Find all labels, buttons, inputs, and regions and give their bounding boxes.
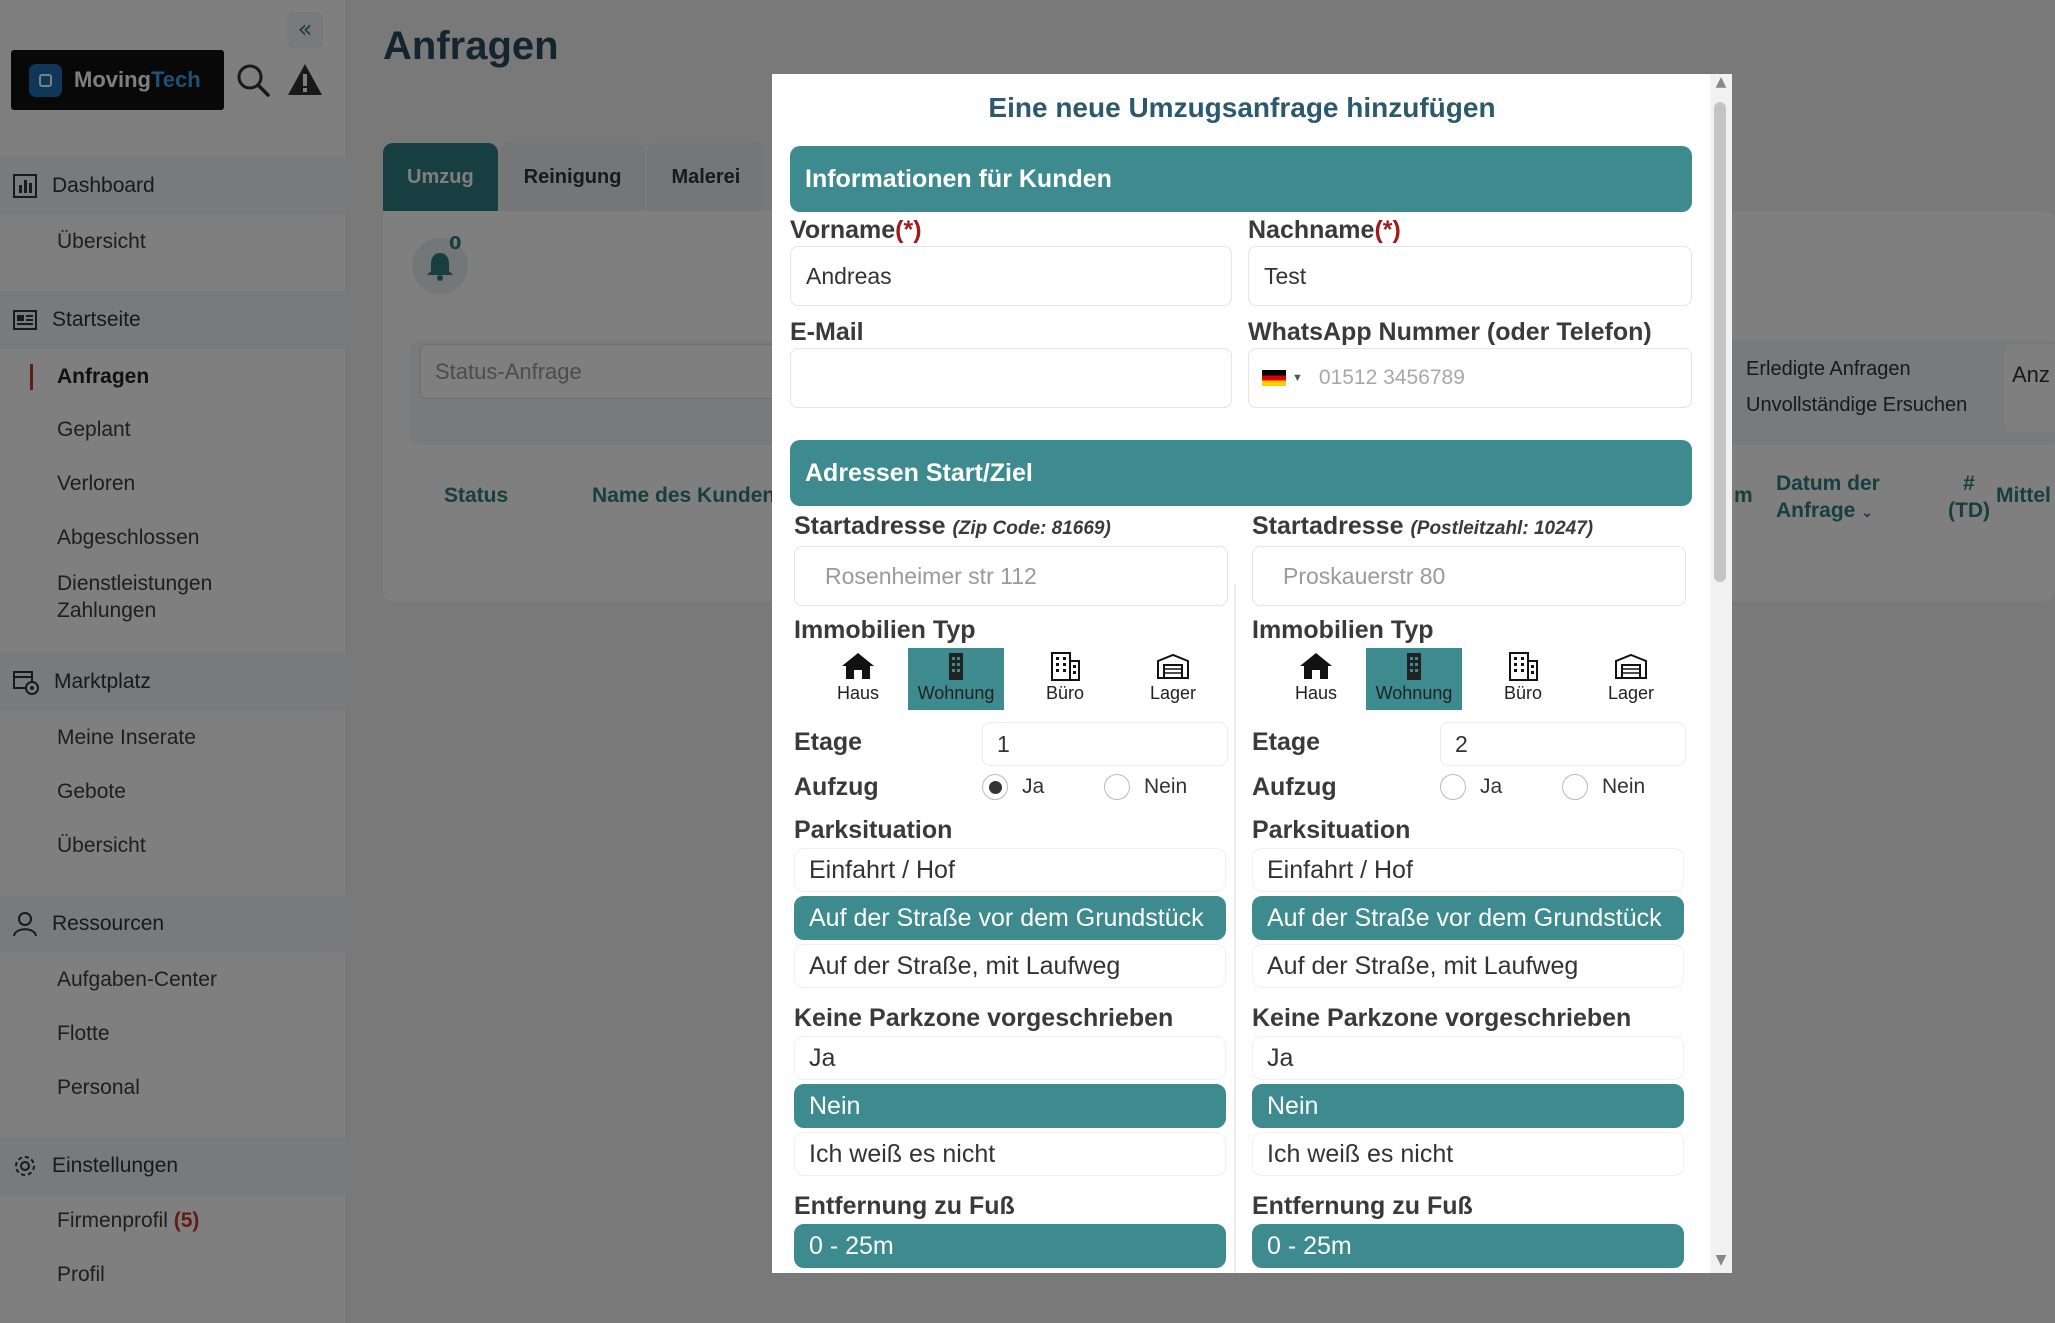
dest-type-buero[interactable]: Büro (1475, 648, 1571, 710)
dest-zone-option-nein[interactable]: Nein (1252, 1084, 1684, 1128)
dest-distance-label: Entfernung zu Fuß (1252, 1192, 1473, 1220)
start-aufzug-label: Aufzug (794, 773, 879, 801)
dest-park-option-strasse[interactable]: Auf der Straße vor dem Grundstück (1252, 896, 1684, 940)
dest-park-option-laufweg[interactable]: Auf der Straße, mit Laufweg (1252, 944, 1684, 988)
nachname-input[interactable]: Test (1248, 246, 1692, 306)
dest-etage-label: Etage (1252, 728, 1321, 756)
dest-park-label: Parksituation (1252, 816, 1411, 844)
house-icon (842, 653, 874, 679)
email-label: E-Mail (790, 318, 864, 346)
country-dropdown-icon[interactable]: ▼ (1292, 349, 1303, 407)
dest-distance-option[interactable]: 0 - 25m (1252, 1224, 1684, 1268)
start-type-haus[interactable]: Haus (810, 648, 906, 710)
type-label: Lager (1149, 683, 1197, 703)
dest-type-haus[interactable]: Haus (1268, 648, 1364, 710)
start-park-option-einfahrt[interactable]: Einfahrt / Hof (794, 848, 1226, 892)
section-header-address: Adressen Start/Ziel (790, 440, 1692, 506)
dest-zone-label: Keine Parkzone vorgeschrieben (1252, 1004, 1632, 1032)
start-aufzug-ja[interactable]: Ja (982, 774, 1044, 800)
section-header-customer: Informationen für Kunden (790, 146, 1692, 212)
type-label: Wohnung (1375, 683, 1453, 703)
type-label: Haus (836, 683, 880, 703)
vorname-label: Vorname(*) (790, 216, 922, 245)
start-park-option-strasse[interactable]: Auf der Straße vor dem Grundstück (794, 896, 1226, 940)
nachname-label-text: Nachname (1248, 216, 1375, 244)
type-label: Haus (1294, 683, 1338, 703)
type-label: Lager (1607, 683, 1655, 703)
dest-address-label: Startadresse (Postleitzahl: 10247) (1252, 512, 1593, 541)
radio-button[interactable] (1440, 774, 1466, 800)
warehouse-icon (1157, 653, 1189, 679)
start-type-lager[interactable]: Lager (1125, 648, 1221, 710)
start-distance-option[interactable]: 0 - 25m (794, 1224, 1226, 1268)
radio-label: Nein (1144, 775, 1188, 798)
new-request-modal: Eine neue Umzugsanfrage hinzufügen Infor… (772, 74, 1732, 1273)
apartment-building-icon (949, 653, 963, 680)
start-zone-label: Keine Parkzone vorgeschrieben (794, 1004, 1174, 1032)
start-distance-label: Entfernung zu Fuß (794, 1192, 1015, 1220)
radio-button[interactable] (1562, 774, 1588, 800)
radio-label: Ja (1480, 775, 1503, 798)
office-building-icon (1509, 652, 1538, 681)
office-building-icon (1051, 652, 1080, 681)
dest-zone-option-ja[interactable]: Ja (1252, 1036, 1684, 1080)
dest-aufzug-nein[interactable]: Nein (1562, 774, 1645, 800)
phone-label: WhatsApp Nummer (oder Telefon) (1248, 318, 1652, 346)
required-mark: (*) (1374, 216, 1401, 244)
dest-zip-hint: (Postleitzahl: 10247) (1410, 518, 1594, 539)
start-zone-option-unknown[interactable]: Ich weiß es nicht (794, 1132, 1226, 1176)
dest-aufzug-ja[interactable]: Ja (1440, 774, 1502, 800)
dest-type-wohnung[interactable]: Wohnung (1366, 648, 1462, 710)
start-address-label-text: Startadresse (794, 512, 946, 540)
start-zone-option-ja[interactable]: Ja (794, 1036, 1226, 1080)
start-zip-hint: (Zip Code: 81669) (952, 518, 1111, 539)
phone-placeholder: 01512 3456789 (1318, 366, 1465, 389)
dest-type-lager[interactable]: Lager (1583, 648, 1679, 710)
start-zone-option-nein[interactable]: Nein (794, 1084, 1226, 1128)
required-mark: (*) (895, 216, 922, 244)
start-address-label: Startadresse (Zip Code: 81669) (794, 512, 1111, 541)
start-property-type-label: Immobilien Typ (794, 616, 976, 644)
column-divider (1234, 584, 1236, 1273)
start-etage-label: Etage (794, 728, 863, 756)
type-label: Wohnung (917, 683, 995, 703)
vorname-input[interactable]: Andreas (790, 246, 1232, 306)
germany-flag-icon[interactable] (1262, 370, 1286, 386)
radio-label: Nein (1602, 775, 1646, 798)
vorname-label-text: Vorname (790, 216, 896, 244)
dest-address-input[interactable]: Proskauerstr 80 (1252, 546, 1686, 606)
dest-etage-input[interactable]: 2 (1440, 722, 1686, 766)
radio-label: Ja (1022, 775, 1045, 798)
phone-input[interactable]: ▼ 01512 3456789 (1248, 348, 1692, 408)
dest-aufzug-label: Aufzug (1252, 773, 1337, 801)
start-address-input[interactable]: Rosenheimer str 112 (794, 546, 1228, 606)
scroll-down-arrow-icon[interactable]: ▼ (1714, 1252, 1728, 1268)
start-park-option-laufweg[interactable]: Auf der Straße, mit Laufweg (794, 944, 1226, 988)
scroll-up-arrow-icon[interactable]: ▲ (1714, 74, 1728, 90)
modal-title: Eine neue Umzugsanfrage hinzufügen (988, 92, 1496, 123)
dest-address-label-text: Startadresse (1252, 512, 1404, 540)
nachname-label: Nachname(*) (1248, 216, 1401, 245)
radio-button[interactable] (1104, 774, 1130, 800)
house-icon (1300, 653, 1332, 679)
email-input[interactable] (790, 348, 1232, 408)
apartment-building-icon (1407, 653, 1421, 680)
dest-zone-option-unknown[interactable]: Ich weiß es nicht (1252, 1132, 1684, 1176)
radio-button[interactable] (982, 774, 1008, 800)
start-type-buero[interactable]: Büro (1017, 648, 1113, 710)
start-aufzug-nein[interactable]: Nein (1104, 774, 1187, 800)
dest-park-option-einfahrt[interactable]: Einfahrt / Hof (1252, 848, 1684, 892)
type-label: Büro (1045, 683, 1085, 703)
type-label: Büro (1503, 683, 1543, 703)
start-park-label: Parksituation (794, 816, 953, 844)
warehouse-icon (1615, 653, 1647, 679)
start-etage-input[interactable]: 1 (982, 722, 1228, 766)
start-type-wohnung[interactable]: Wohnung (908, 648, 1004, 710)
scrollbar-thumb[interactable] (1714, 102, 1726, 582)
dest-property-type-label: Immobilien Typ (1252, 616, 1434, 644)
